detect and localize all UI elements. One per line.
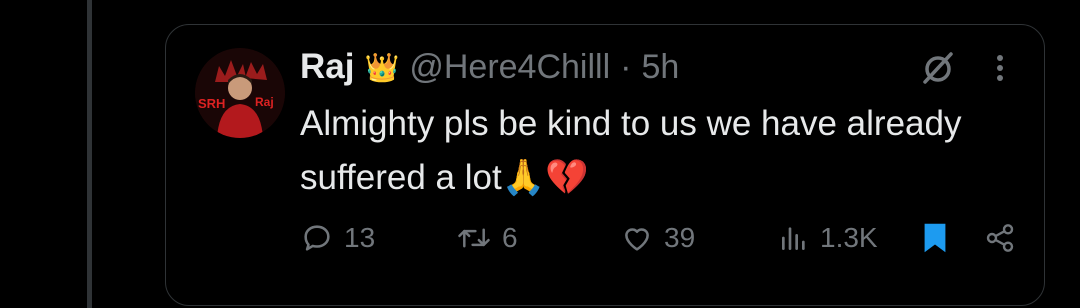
avatar-text-left: SRH <box>198 96 225 111</box>
tweet-text: Almighty pls be kind to us we have alrea… <box>300 104 962 197</box>
crown-icon: 👑 <box>364 51 400 83</box>
views-button[interactable]: 1.3K <box>778 218 878 258</box>
repost-button[interactable]: 6 <box>456 218 518 258</box>
action-bar: 13 6 39 1.3K <box>300 218 1040 258</box>
reply-button[interactable]: 13 <box>300 218 375 258</box>
more-icon[interactable] <box>988 52 1012 84</box>
separator-dot: · <box>620 47 632 86</box>
share-icon <box>986 224 1014 252</box>
reply-icon <box>304 225 330 251</box>
repost-icon <box>458 228 490 248</box>
like-button[interactable]: 39 <box>620 218 695 258</box>
views-icon <box>782 227 805 250</box>
bookmark-button[interactable] <box>922 218 948 258</box>
reply-count: 13 <box>344 222 376 253</box>
share-button[interactable] <box>984 218 1016 258</box>
views-count: 1.3K <box>820 222 878 253</box>
author-name[interactable]: Raj <box>300 47 354 87</box>
avatar[interactable]: SRH Raj <box>195 48 285 138</box>
grok-icon[interactable] <box>920 50 956 86</box>
tweet-header: Raj 👑 @Here4Chilll · 5h <box>300 47 679 87</box>
avatar-text-right: Raj <box>255 95 274 109</box>
heart-icon <box>625 228 649 251</box>
bookmark-icon <box>924 223 946 253</box>
like-count: 39 <box>664 222 696 253</box>
author-handle[interactable]: @Here4Chilll <box>409 48 610 87</box>
thread-line <box>87 0 92 308</box>
tweet-time[interactable]: 5h <box>641 48 679 87</box>
repost-count: 6 <box>502 222 518 253</box>
